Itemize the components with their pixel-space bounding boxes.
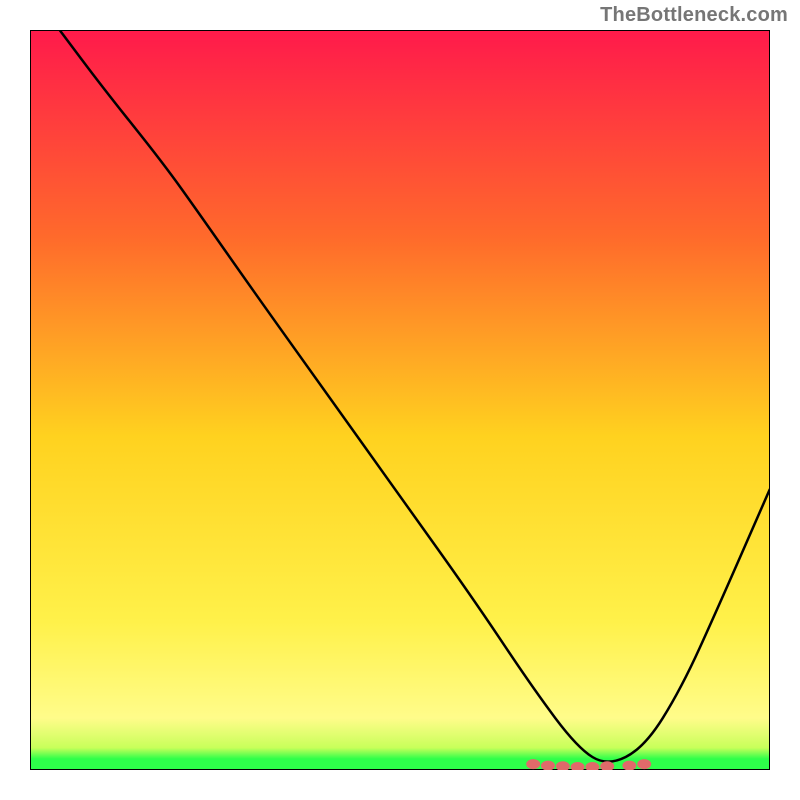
chart-container: TheBottleneck.com xyxy=(0,0,800,800)
marker-dot xyxy=(526,759,540,769)
plot-area xyxy=(30,30,770,770)
chart-svg xyxy=(30,30,770,770)
watermark-text: TheBottleneck.com xyxy=(600,4,788,27)
marker-dot xyxy=(637,759,651,769)
gradient-background xyxy=(30,30,770,770)
